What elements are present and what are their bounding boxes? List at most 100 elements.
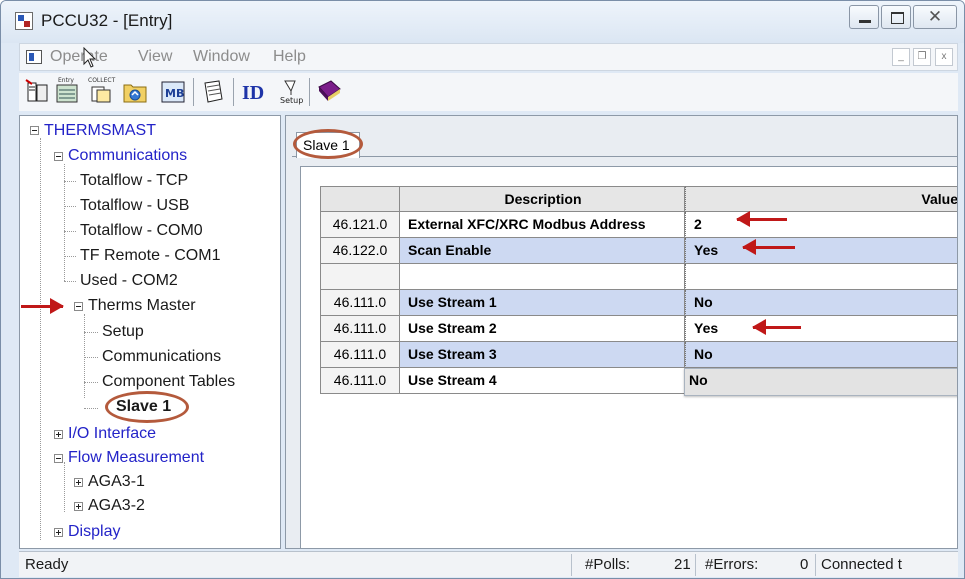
connection-status: Connected t xyxy=(821,556,902,573)
collapse-icon[interactable] xyxy=(74,302,83,311)
column-header-register xyxy=(320,186,400,212)
annotation-arrow-scan-enable xyxy=(742,239,795,255)
document-icon[interactable] xyxy=(26,50,42,64)
tab-strip xyxy=(292,156,957,157)
description-cell: Use Stream 1 xyxy=(400,290,685,316)
tree-node-root[interactable]: THERMSMAST xyxy=(44,121,156,141)
register-cell: 46.111.0 xyxy=(320,316,400,342)
toolbar: Entry COLLECT MB ID Setup xyxy=(19,73,958,111)
value-cell[interactable]: No xyxy=(685,342,957,368)
help-book-icon[interactable] xyxy=(315,77,343,105)
menu-operate[interactable]: Operate xyxy=(50,48,108,66)
tree-node-aga3-2[interactable]: AGA3-2 xyxy=(88,496,145,516)
tree-node-comm-com1[interactable]: TF Remote - COM1 xyxy=(80,246,220,266)
column-header-value: Value xyxy=(685,186,957,212)
annotation-circle-tree-node xyxy=(105,391,189,423)
tree-node-flow-measurement[interactable]: Flow Measurement xyxy=(68,448,204,468)
register-cell: 46.121.0 xyxy=(320,212,400,238)
content-panel: Slave 1 Description Value 46.121.0 Exter… xyxy=(285,115,958,549)
annotation-arrow-use-stream-2 xyxy=(752,319,801,335)
mdi-close-button[interactable]: x xyxy=(935,48,953,66)
window-title: PCCU32 - [Entry] xyxy=(41,11,173,30)
value-cell[interactable]: Yes xyxy=(685,316,957,342)
menu-window[interactable]: Window xyxy=(193,48,250,66)
tree-connector xyxy=(64,231,76,232)
status-separator xyxy=(571,554,572,576)
tree-node-comm-com0[interactable]: Totalflow - COM0 xyxy=(80,221,203,241)
tree-node-communications[interactable]: Communications xyxy=(68,146,187,166)
expand-icon[interactable] xyxy=(74,478,83,487)
description-cell: Scan Enable xyxy=(400,238,685,264)
tree-node-comm-com2[interactable]: Used - COM2 xyxy=(80,271,178,291)
tree-view[interactable]: THERMSMAST Communications Totalflow - TC… xyxy=(19,115,281,549)
expand-icon[interactable] xyxy=(54,430,63,439)
minimize-button[interactable] xyxy=(849,5,879,29)
mdi-restore-button[interactable]: ❐ xyxy=(913,48,931,66)
description-cell: External XFC/XRC Modbus Address xyxy=(400,212,685,238)
toolbar-separator xyxy=(193,78,194,106)
svg-text:ID: ID xyxy=(242,82,264,104)
mouse-cursor-icon xyxy=(83,47,97,68)
app-icon[interactable] xyxy=(15,12,33,30)
collapse-icon[interactable] xyxy=(30,126,39,135)
status-bar: Ready #Polls: 21 #Errors: 0 Connected t xyxy=(19,551,958,577)
menu-bar: Operate View Window Help _ ❐ x xyxy=(19,43,958,71)
modbus-icon[interactable]: MB xyxy=(159,77,187,105)
annotation-arrow-modbus-address xyxy=(736,211,787,227)
terminal-icon[interactable] xyxy=(23,77,51,105)
id-icon[interactable]: ID xyxy=(241,77,269,105)
close-icon: ✕ xyxy=(927,7,943,26)
collect-icon[interactable]: COLLECT xyxy=(87,77,115,105)
value-cell[interactable]: 2 xyxy=(685,212,957,238)
value-cell[interactable]: Yes xyxy=(685,238,957,264)
close-button[interactable]: ✕ xyxy=(913,5,957,29)
status-separator xyxy=(815,554,816,576)
folder-refresh-icon[interactable] xyxy=(121,77,149,105)
status-separator xyxy=(695,554,696,576)
toolbar-separator xyxy=(233,78,234,106)
collapse-icon[interactable] xyxy=(54,454,63,463)
value-cell[interactable] xyxy=(685,264,957,290)
svg-text:MB: MB xyxy=(165,87,184,100)
tree-node-comm-usb[interactable]: Totalflow - USB xyxy=(80,196,189,216)
tree-connector xyxy=(84,314,85,398)
description-cell: Use Stream 2 xyxy=(400,316,685,342)
maximize-button[interactable] xyxy=(881,5,911,29)
menu-view[interactable]: View xyxy=(138,48,172,66)
collapse-icon[interactable] xyxy=(54,152,63,161)
column-header-description: Description xyxy=(400,186,685,212)
setup-icon[interactable]: Setup xyxy=(277,77,305,105)
annotation-arrow-therms-master xyxy=(21,298,64,314)
value-edit-dropdown[interactable]: No xyxy=(684,368,957,396)
value-cell[interactable]: No xyxy=(685,290,957,316)
tree-connector xyxy=(84,332,98,333)
mdi-minimize-button[interactable]: _ xyxy=(892,48,910,66)
tree-node-aga3-1[interactable]: AGA3-1 xyxy=(88,472,145,492)
tree-connector xyxy=(64,206,76,207)
register-cell: 46.122.0 xyxy=(320,238,400,264)
tree-connector xyxy=(64,281,76,282)
tree-connector xyxy=(64,256,76,257)
tree-node-therms-master[interactable]: Therms Master xyxy=(88,296,196,316)
tree-node-io-interface[interactable]: I/O Interface xyxy=(68,424,156,444)
tree-connector xyxy=(64,181,76,182)
tree-connector xyxy=(64,462,65,512)
description-cell: Use Stream 3 xyxy=(400,342,685,368)
entry-icon[interactable]: Entry xyxy=(53,77,81,105)
menu-help[interactable]: Help xyxy=(273,48,306,66)
status-text: Ready xyxy=(25,556,69,573)
polls-count: 21 xyxy=(674,556,691,573)
expand-icon[interactable] xyxy=(54,528,63,537)
tree-node-therms-communications[interactable]: Communications xyxy=(102,347,221,367)
tree-node-comm-tcp[interactable]: Totalflow - TCP xyxy=(80,171,188,191)
tree-node-setup[interactable]: Setup xyxy=(102,322,144,342)
expand-icon[interactable] xyxy=(74,502,83,511)
tree-connector xyxy=(84,408,98,409)
tree-connector xyxy=(84,382,98,383)
tree-node-component-tables[interactable]: Component Tables xyxy=(102,372,235,392)
notebook-icon[interactable] xyxy=(199,77,227,105)
title-bar: PCCU32 - [Entry] ✕ xyxy=(1,1,964,43)
tree-node-display[interactable]: Display xyxy=(68,522,120,542)
polls-label: #Polls: xyxy=(585,556,631,573)
annotation-circle-tab xyxy=(293,129,363,159)
